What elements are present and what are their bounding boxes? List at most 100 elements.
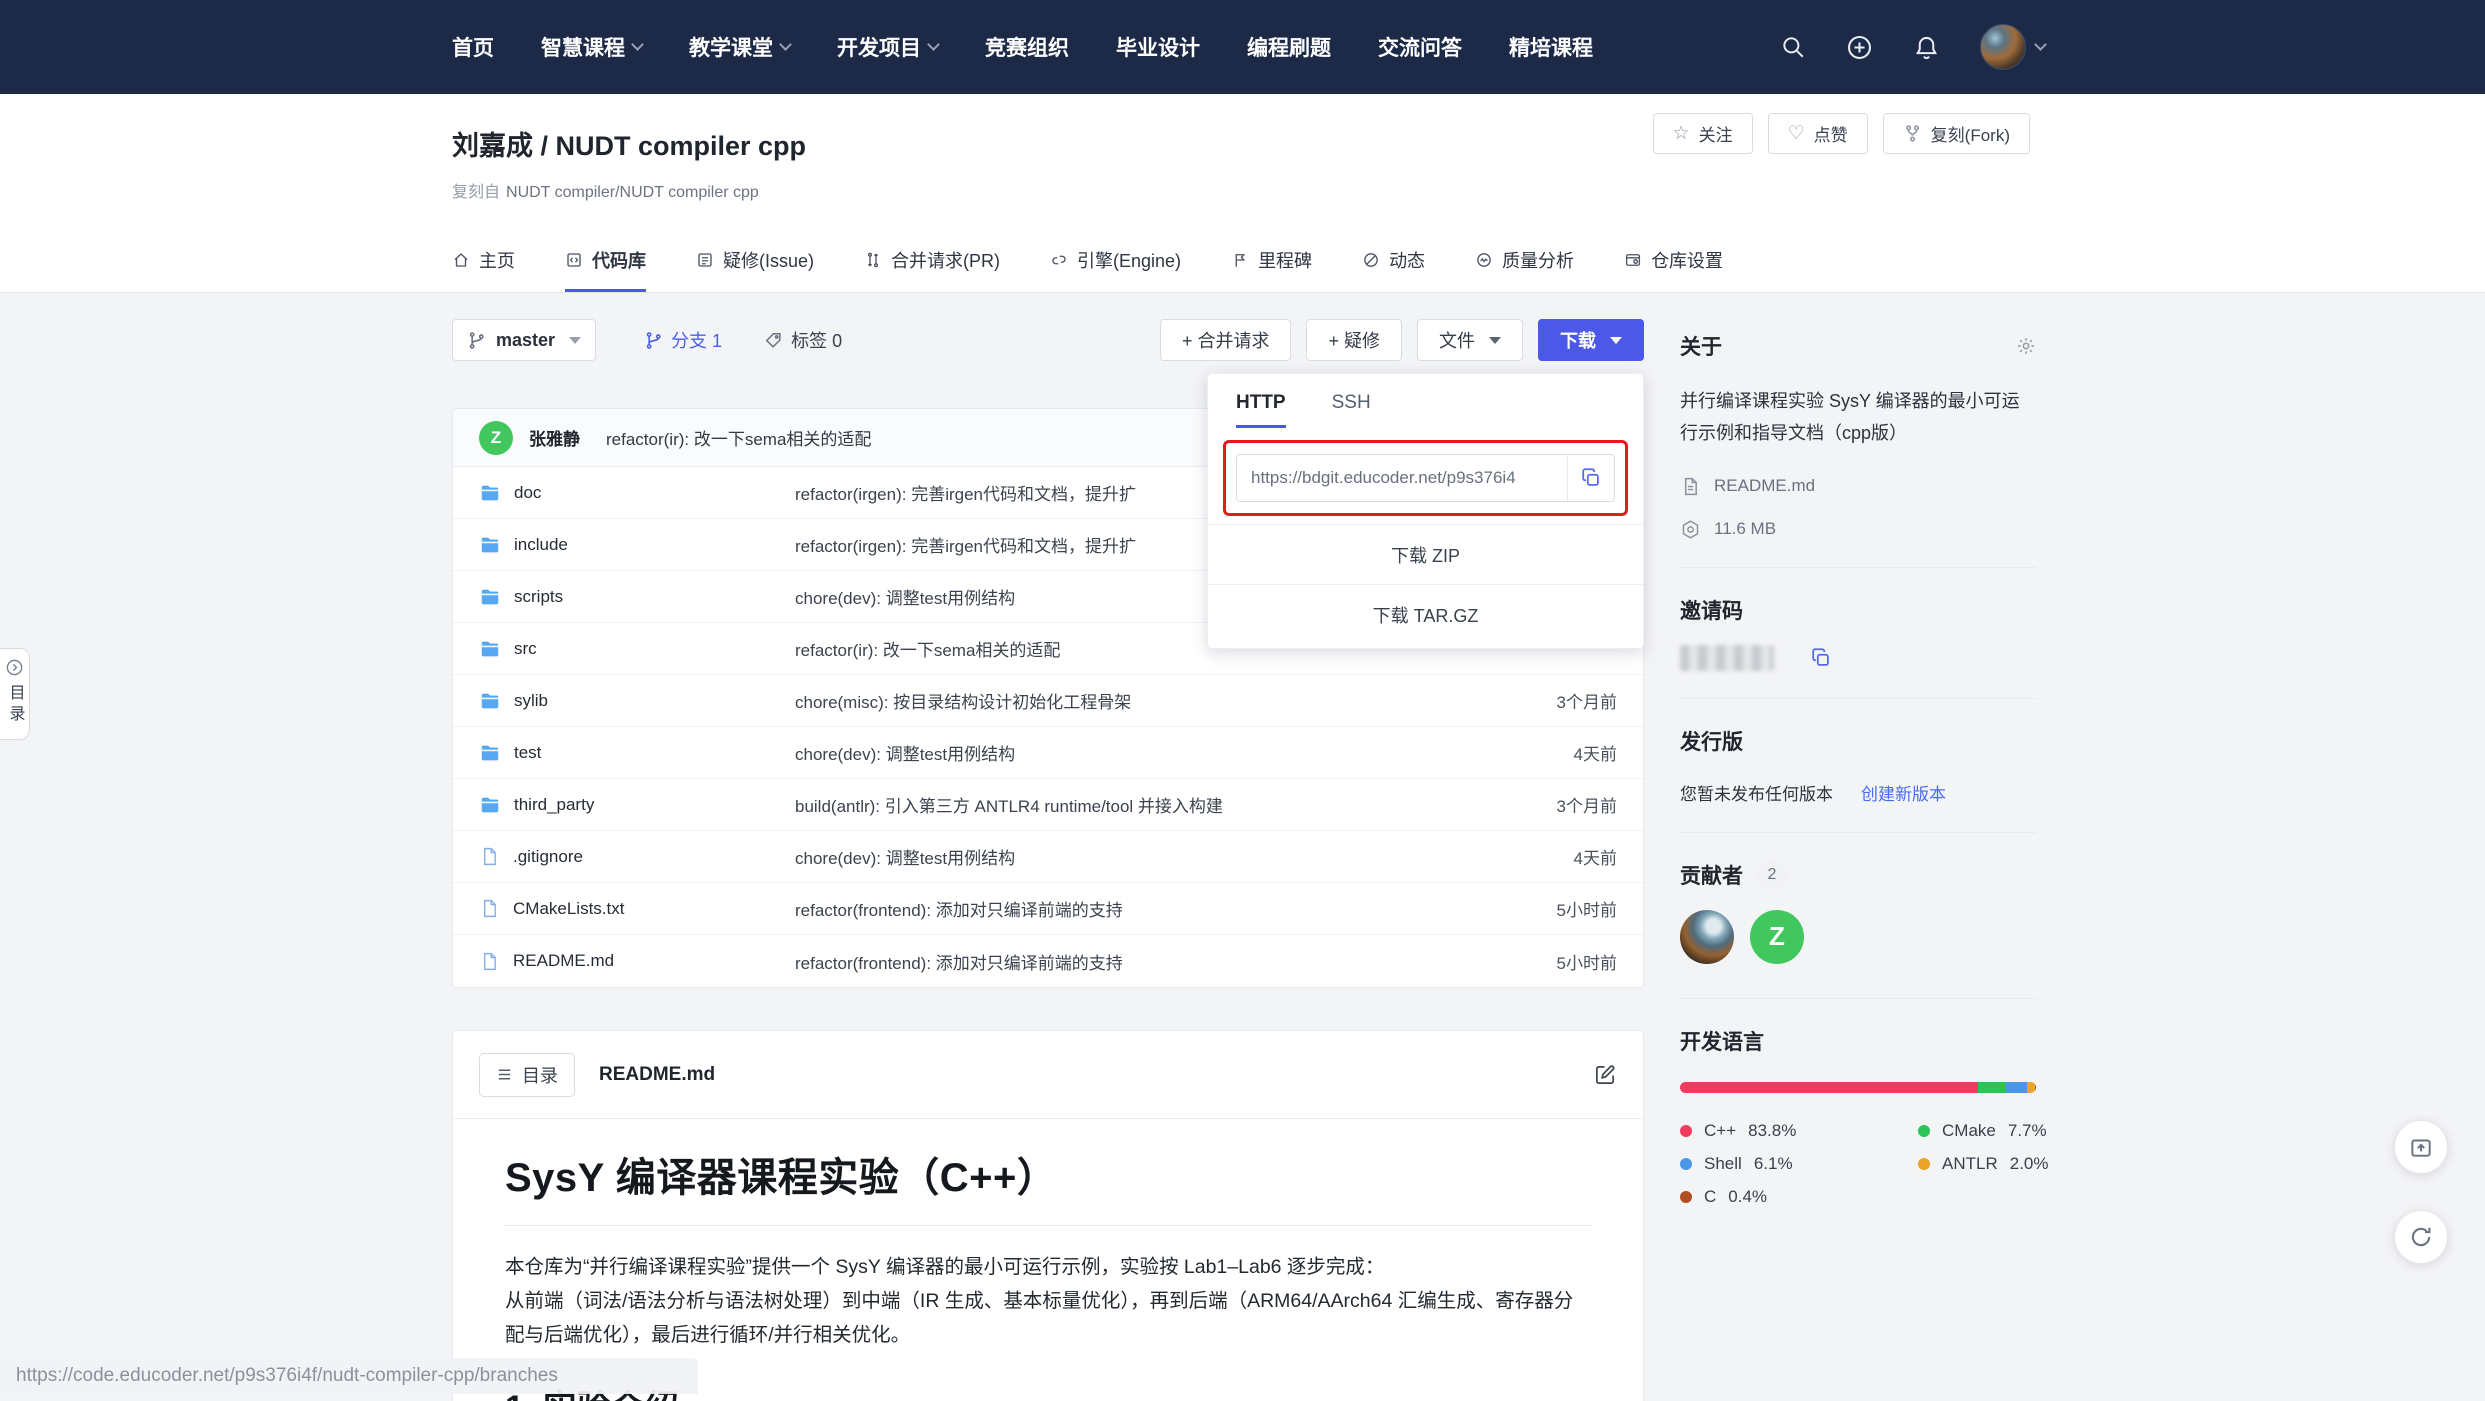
download-button[interactable]: 下载 [1538,319,1644,361]
watch-button[interactable]: ☆关注 [1653,113,1753,154]
file-name[interactable]: sylib [514,691,548,711]
files-button[interactable]: 文件 [1417,319,1523,361]
language-legend: C++83.8% CMake7.7% Shell6.1% ANTLR2.0% C… [1680,1121,2036,1207]
nav-item-premium-courses[interactable]: 精培课程 [1509,32,1593,62]
chevron-down-icon [779,38,792,51]
committer-avatar[interactable]: Z [479,421,513,455]
file-name[interactable]: doc [514,483,541,503]
tab-settings[interactable]: 仓库设置 [1624,232,1723,292]
file-name[interactable]: CMakeLists.txt [513,899,624,919]
nav-item-competitions[interactable]: 竞赛组织 [985,32,1069,62]
tab-pull-requests[interactable]: 合并请求(PR) [864,232,1000,292]
nav-item-home[interactable]: 首页 [452,32,494,62]
committer-name[interactable]: 张雅静 [529,425,580,450]
folder-icon [479,586,501,608]
file-name[interactable]: include [514,535,568,555]
contributor-avatar[interactable] [1680,910,1734,964]
refresh-fab[interactable] [2394,1210,2448,1264]
tab-activity[interactable]: 动态 [1362,232,1425,292]
folder-icon [479,638,501,660]
file-icon [479,951,500,972]
nav-item-graduation[interactable]: 毕业设计 [1116,32,1200,62]
legend-dot [1680,1158,1692,1170]
annotation-highlight [1223,440,1628,516]
nav-item-qa[interactable]: 交流问答 [1378,32,1462,62]
file-name[interactable]: test [514,743,541,763]
table-row[interactable]: sylib chore(misc): 按目录结构设计初始化工程骨架3个月前 [453,675,1643,727]
tab-quality[interactable]: 质量分析 [1475,232,1574,292]
nav-item-smart-courses[interactable]: 智慧课程 [541,32,642,62]
edit-icon [1594,1063,1617,1086]
language-bar-segment [1680,1082,1978,1093]
nav-item-coding-practice[interactable]: 编程刷题 [1247,32,1331,62]
table-row[interactable]: third_party build(antlr): 引入第三方 ANTLR4 r… [453,779,1643,831]
file-icon [479,898,500,919]
copy-invite-button[interactable] [1810,647,1832,669]
about-title: 关于 [1680,331,1722,361]
tab-code[interactable]: 代码库 [565,232,646,292]
legend-item: ANTLR2.0% [1918,1154,2048,1174]
readme-card: 目录 README.md SysY 编译器课程实验（C++） 本仓库为“并行编译… [452,1030,1644,1401]
tab-milestones[interactable]: 里程碑 [1231,232,1312,292]
file-name[interactable]: .gitignore [513,847,583,867]
readme-link[interactable]: README.md [1714,476,1815,496]
gear-icon[interactable] [2016,336,2036,356]
branch-selector[interactable]: master [452,319,596,361]
folder-icon [479,742,501,764]
copy-url-button[interactable] [1567,455,1614,501]
tab-engine[interactable]: 引擎(Engine) [1050,232,1181,292]
copy-icon [1810,647,1832,669]
repo-header: 刘嘉成 / NUDT compiler cpp 复刻自NUDT compiler… [0,94,2485,293]
nav-item-classroom[interactable]: 教学课堂 [689,32,790,62]
toc-button[interactable]: 目录 [479,1053,575,1097]
branches-link[interactable]: 分支 1 [644,327,722,353]
fork-icon [1903,124,1922,143]
fork-button[interactable]: 复刻(Fork) [1883,113,2030,154]
table-row[interactable]: .gitignore chore(dev): 调整test用例结构4天前 [453,831,1643,883]
create-release-link[interactable]: 创建新版本 [1861,780,1946,805]
releases-title: 发行版 [1680,726,2036,756]
table-row[interactable]: test chore(dev): 调整test用例结构4天前 [453,727,1643,779]
file-name[interactable]: scripts [514,587,563,607]
bell-icon[interactable] [1913,34,1940,61]
feedback-icon [2408,1134,2434,1160]
language-bar-segment [2006,1082,2028,1093]
new-issue-button[interactable]: + 疑修 [1306,319,1402,361]
language-bar [1680,1082,2036,1093]
commit-message[interactable]: refactor(ir): 改一下sema相关的适配 [606,425,871,450]
download-zip-item[interactable]: 下载 ZIP [1208,524,1643,584]
file-name[interactable]: third_party [514,795,594,815]
new-pr-button[interactable]: + 合并请求 [1160,319,1292,361]
folder-icon [479,794,501,816]
tags-link[interactable]: 标签 0 [764,327,842,353]
branch-icon [644,331,663,350]
like-button[interactable]: ♡点赞 [1768,113,1868,154]
languages-title: 开发语言 [1680,1026,2036,1056]
legend-item: CMake7.7% [1918,1121,2048,1141]
toc-side-tab[interactable]: 目录 [0,648,30,740]
contributor-avatar[interactable]: Z [1750,910,1804,964]
tab-http[interactable]: HTTP [1236,392,1286,428]
table-row[interactable]: CMakeLists.txt refactor(frontend): 添加对只编… [453,883,1643,935]
tag-icon [764,331,783,350]
repo-size: 11.6 MB [1714,519,1776,539]
tab-ssh[interactable]: SSH [1332,392,1371,428]
tab-issues[interactable]: 疑修(Issue) [696,232,814,292]
file-icon [479,846,500,867]
avatar[interactable] [1980,24,2026,70]
nav-item-dev-projects[interactable]: 开发项目 [837,32,938,62]
search-icon[interactable] [1780,34,1806,60]
user-menu[interactable] [1980,24,2045,70]
forked-from-link[interactable]: NUDT compiler/NUDT compiler cpp [506,184,759,201]
clone-url-input[interactable] [1237,455,1567,501]
table-row[interactable]: README.md refactor(frontend): 添加对只编译前端的支… [453,935,1643,987]
add-icon[interactable] [1846,34,1873,61]
edit-readme-button[interactable] [1594,1063,1617,1086]
refresh-icon [2408,1224,2434,1250]
heart-icon: ♡ [1788,124,1805,143]
feedback-fab[interactable] [2394,1120,2448,1174]
download-targz-item[interactable]: 下载 TAR.GZ [1208,584,1643,644]
file-name[interactable]: src [514,639,537,659]
tab-home[interactable]: 主页 [452,232,515,292]
file-name[interactable]: README.md [513,951,614,971]
